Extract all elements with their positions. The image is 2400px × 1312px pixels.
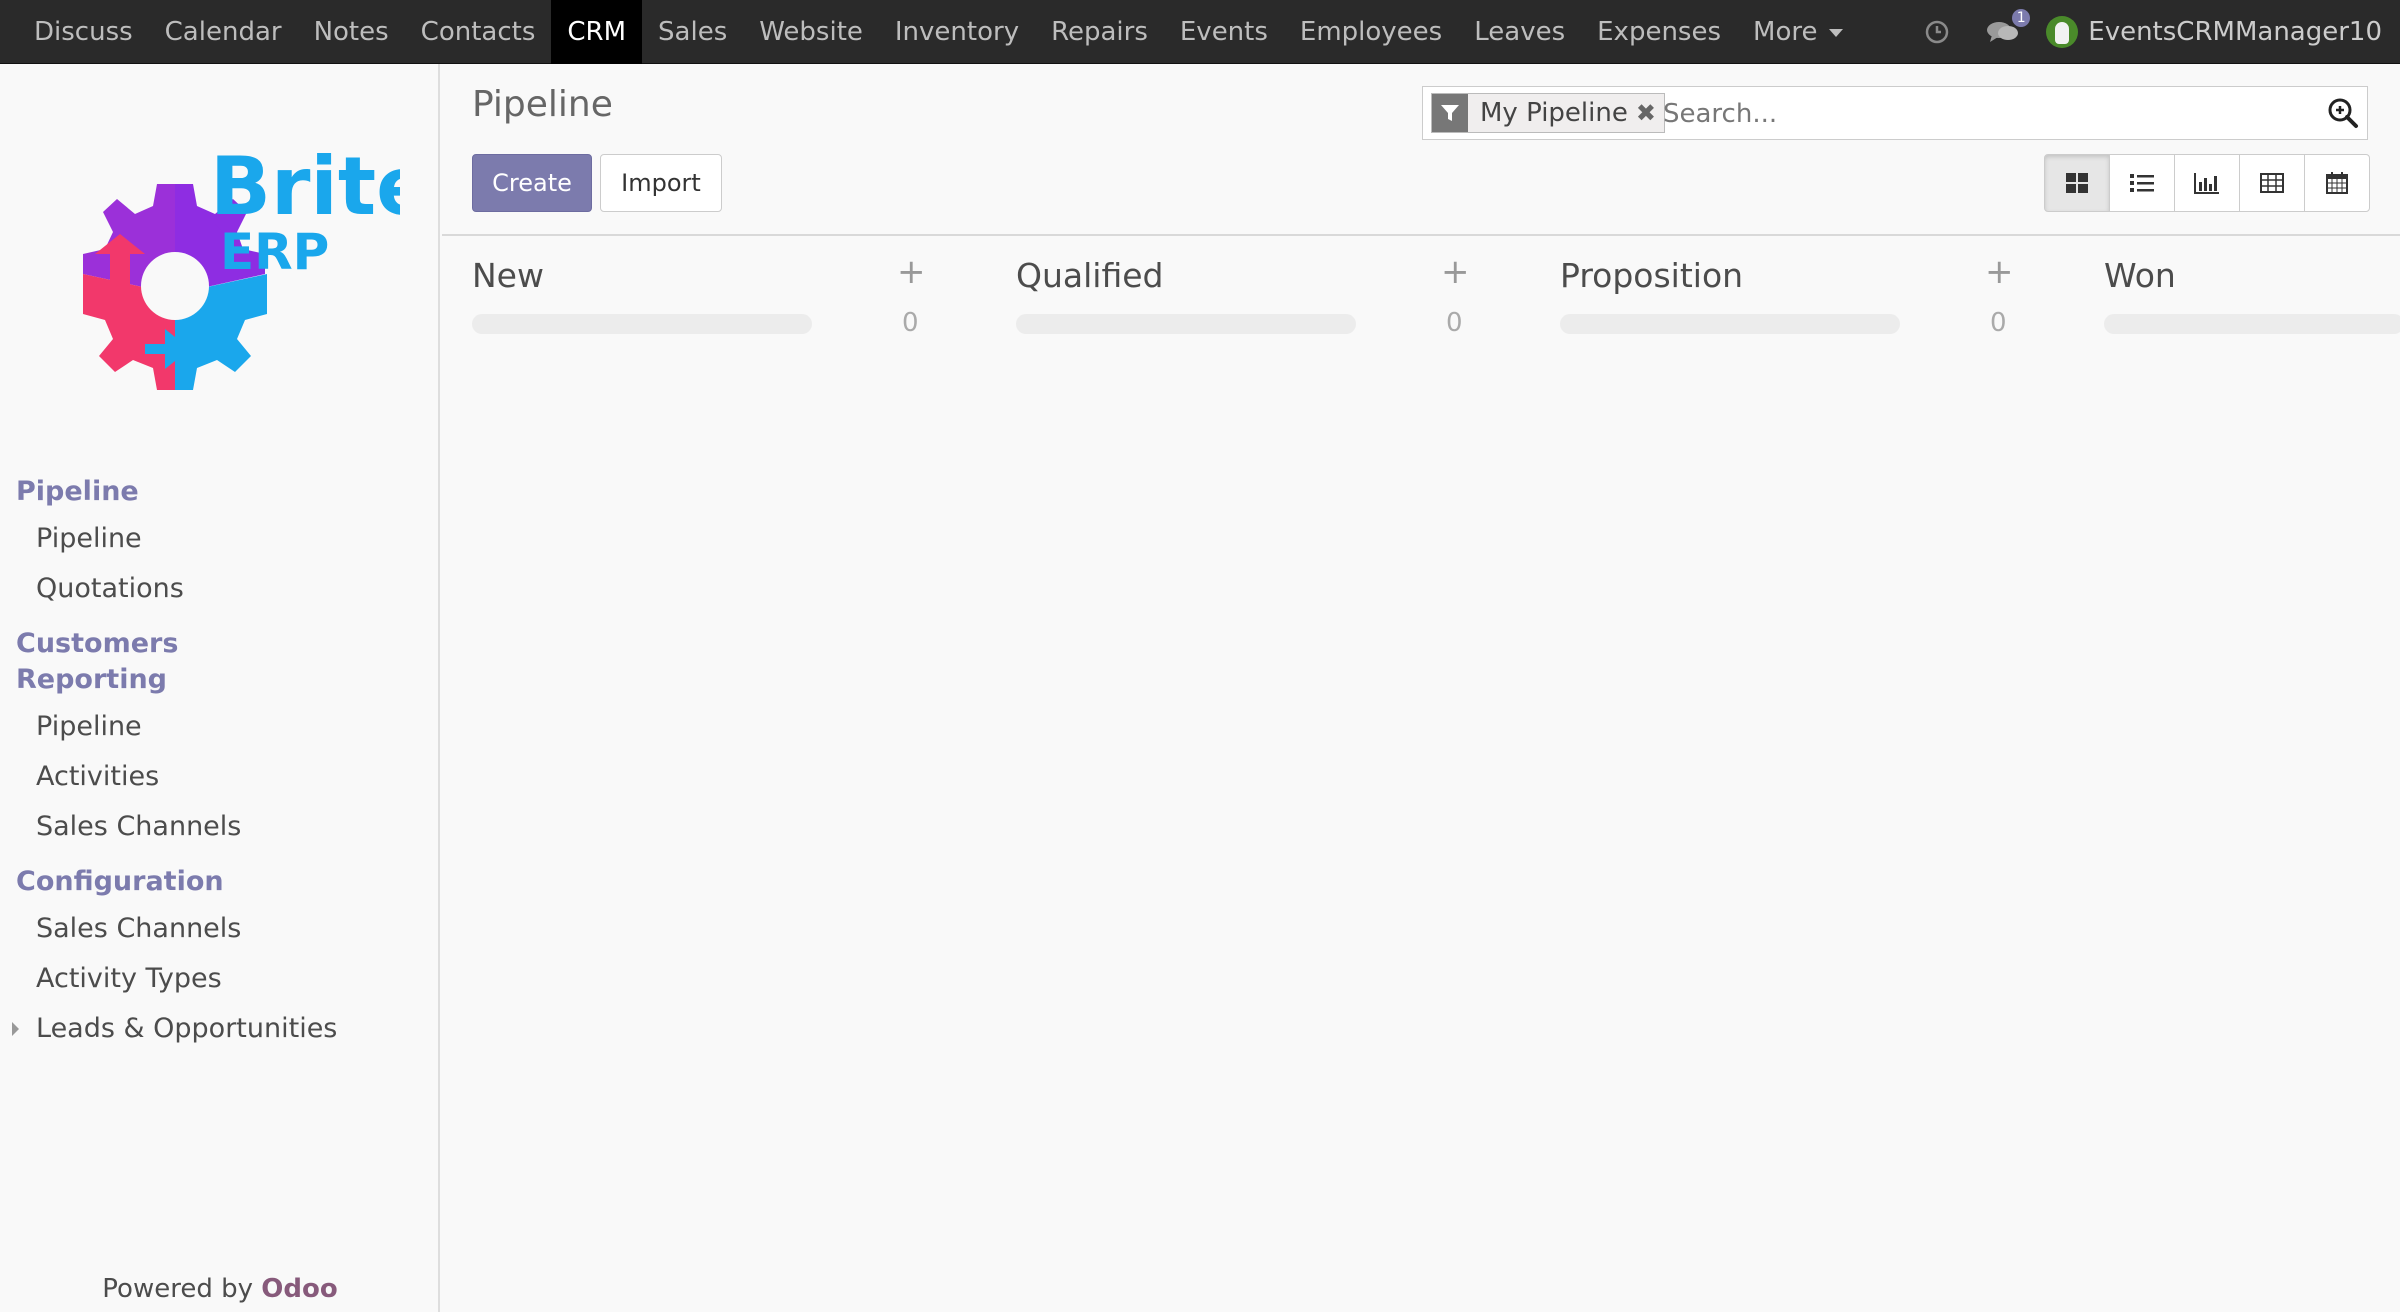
column-title: Qualified bbox=[1016, 256, 1164, 295]
menu-leaves[interactable]: Leaves bbox=[1458, 0, 1581, 64]
section-configuration[interactable]: Configuration bbox=[0, 864, 440, 900]
sidebar-item-leads-label: Leads & Opportunities bbox=[36, 1013, 338, 1044]
sidebar-item-config-sales-channels[interactable]: Sales Channels bbox=[0, 904, 440, 954]
column-count: 0 bbox=[1990, 308, 2007, 338]
add-card-icon[interactable]: + bbox=[897, 252, 926, 292]
filter-icon bbox=[1432, 94, 1468, 132]
menu-contacts[interactable]: Contacts bbox=[405, 0, 552, 64]
avatar bbox=[2046, 16, 2079, 48]
menu-sales[interactable]: Sales bbox=[642, 0, 743, 64]
menu-more[interactable]: More bbox=[1737, 0, 1859, 64]
column-progress-bar bbox=[1016, 314, 1356, 334]
column-progress-bar bbox=[1560, 314, 1900, 334]
sidebar-item-report-sales-channels[interactable]: Sales Channels bbox=[0, 802, 440, 852]
section-customers[interactable]: Customers bbox=[0, 626, 440, 662]
column-title: Won bbox=[2104, 256, 2176, 295]
column-count: 0 bbox=[902, 308, 919, 338]
sidebar-item-pipeline[interactable]: Pipeline bbox=[0, 514, 440, 564]
search-icon[interactable] bbox=[2327, 97, 2359, 133]
menu-calendar[interactable]: Calendar bbox=[149, 0, 298, 64]
kanban-column-qualified: Qualified + 0 bbox=[986, 238, 1476, 358]
bar-chart-icon bbox=[2194, 173, 2219, 194]
control-panel: Pipeline Create Import My Pipeline ✖ bbox=[442, 64, 2400, 236]
sidebar-item-activities[interactable]: Activities bbox=[0, 752, 440, 802]
search-box: My Pipeline ✖ bbox=[1422, 86, 2368, 140]
add-card-icon[interactable]: + bbox=[1985, 252, 2014, 292]
sidebar-item-leads-opportunities[interactable]: Leads & Opportunities bbox=[0, 1004, 440, 1054]
navbar-right: 1 EventsCRMManager10 bbox=[1906, 0, 2382, 64]
list-icon bbox=[2130, 174, 2154, 192]
kanban-column-won: Won bbox=[2074, 238, 2400, 358]
menu-inventory[interactable]: Inventory bbox=[879, 0, 1035, 64]
menu-more-label: More bbox=[1753, 17, 1818, 47]
menu-website[interactable]: Website bbox=[743, 0, 879, 64]
user-menu[interactable]: EventsCRMManager10 bbox=[2046, 16, 2382, 48]
column-title: Proposition bbox=[1560, 256, 1744, 295]
odoo-link[interactable]: Odoo bbox=[261, 1274, 337, 1304]
search-facet: My Pipeline ✖ bbox=[1431, 93, 1665, 133]
chat-icon[interactable]: 1 bbox=[1986, 9, 2031, 45]
section-reporting[interactable]: Reporting bbox=[0, 662, 440, 698]
menu-expenses[interactable]: Expenses bbox=[1581, 0, 1737, 64]
breadcrumb: Pipeline bbox=[472, 84, 613, 125]
add-card-icon[interactable]: + bbox=[1441, 252, 1470, 292]
powered-prefix: Powered by bbox=[102, 1274, 253, 1304]
user-name: EventsCRMManager10 bbox=[2088, 17, 2382, 47]
search-input[interactable] bbox=[1663, 95, 2303, 133]
kanban-icon bbox=[2066, 173, 2088, 193]
caret-down-icon bbox=[1829, 28, 1844, 37]
kanban-column-proposition: Proposition + 0 bbox=[1530, 238, 2020, 358]
powered-by: Powered by Odoo bbox=[0, 1274, 440, 1304]
pivot-view-button[interactable] bbox=[2239, 154, 2305, 212]
calendar-icon bbox=[2326, 172, 2348, 194]
menu-employees[interactable]: Employees bbox=[1284, 0, 1458, 64]
sidebar-nav: Pipeline Pipeline Quotations Customers R… bbox=[0, 474, 440, 1054]
column-count: 0 bbox=[1446, 308, 1463, 338]
section-pipeline[interactable]: Pipeline bbox=[0, 474, 440, 510]
logo-brand-word: Brite bbox=[210, 144, 400, 233]
brite-erp-logo: Brite ERP bbox=[83, 144, 400, 390]
facet-remove-icon[interactable]: ✖ bbox=[1636, 99, 1664, 127]
kanban-view-button[interactable] bbox=[2044, 154, 2110, 212]
logo-brand-sub: ERP bbox=[220, 223, 329, 281]
clock-icon[interactable] bbox=[1924, 19, 1950, 45]
table-icon bbox=[2260, 173, 2284, 193]
kanban-board: New + 0 Qualified + 0 Proposition + 0 Wo… bbox=[442, 238, 2400, 1312]
sidebar-item-activity-types[interactable]: Activity Types bbox=[0, 954, 440, 1004]
top-navbar: Discuss Calendar Notes Contacts CRM Sale… bbox=[0, 0, 2400, 64]
menu-events[interactable]: Events bbox=[1164, 0, 1284, 64]
column-progress-bar bbox=[2104, 314, 2400, 334]
view-switcher bbox=[2044, 154, 2370, 212]
menu-discuss[interactable]: Discuss bbox=[18, 0, 149, 64]
menu-repairs[interactable]: Repairs bbox=[1035, 0, 1164, 64]
expand-arrow-icon[interactable] bbox=[12, 1022, 19, 1036]
message-count-badge: 1 bbox=[2012, 9, 2031, 27]
create-button[interactable]: Create bbox=[472, 154, 592, 212]
graph-view-button[interactable] bbox=[2174, 154, 2240, 212]
import-button[interactable]: Import bbox=[600, 154, 722, 212]
sidebar-item-quotations[interactable]: Quotations bbox=[0, 564, 440, 614]
list-view-button[interactable] bbox=[2109, 154, 2175, 212]
sidebar-item-report-pipeline[interactable]: Pipeline bbox=[0, 702, 440, 752]
column-progress-bar bbox=[472, 314, 812, 334]
menu-crm[interactable]: CRM bbox=[551, 0, 643, 64]
kanban-column-new: New + 0 bbox=[442, 238, 932, 358]
app-menu: Discuss Calendar Notes Contacts CRM Sale… bbox=[18, 0, 1859, 64]
calendar-view-button[interactable] bbox=[2304, 154, 2370, 212]
sidebar: Brite ERP Pipeline Pipeline Quotations C… bbox=[0, 64, 440, 1312]
column-title: New bbox=[472, 256, 544, 295]
facet-label: My Pipeline bbox=[1480, 98, 1628, 128]
menu-notes[interactable]: Notes bbox=[298, 0, 405, 64]
